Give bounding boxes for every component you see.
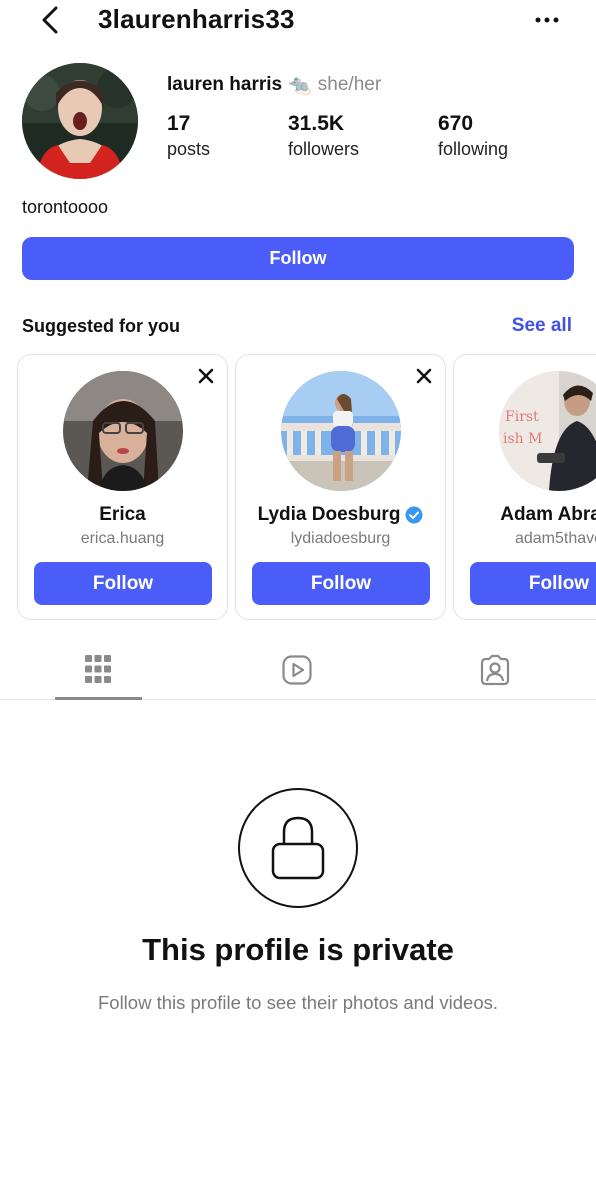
display-name: lauren harris xyxy=(167,74,283,95)
suggestion-handle: lydiadoesburg xyxy=(290,530,391,547)
rat-emoji: 🐀 xyxy=(288,75,312,96)
reels-icon xyxy=(282,655,312,685)
svg-text:First: First xyxy=(505,409,539,425)
stat-value: 670 xyxy=(438,112,474,135)
follow-button[interactable]: Follow xyxy=(22,237,574,280)
stat-label: followers xyxy=(288,139,360,159)
close-icon[interactable] xyxy=(197,367,215,385)
suggestion-avatar[interactable] xyxy=(63,371,183,491)
lock-icon xyxy=(271,816,325,880)
suggestion-handle: erica.huang xyxy=(80,530,165,547)
suggestion-card[interactable]: Erica erica.huang Follow xyxy=(17,354,228,620)
suggestion-handle: adam5thave xyxy=(514,530,596,547)
suggestion-name-text: Adam Abram xyxy=(500,504,596,525)
stat-label: posts xyxy=(167,139,211,159)
profile-bio: torontoooo xyxy=(22,197,109,217)
pronouns: she/her xyxy=(317,74,382,95)
stat-following[interactable]: 670 following xyxy=(438,112,508,160)
suggestion-name-text: Erica xyxy=(99,504,146,525)
suggested-title: Suggested for you xyxy=(22,316,181,336)
top-bar: 3laurenharris33 xyxy=(0,0,596,44)
suggestion-follow-button[interactable]: Follow xyxy=(470,562,596,605)
suggestion-avatar[interactable]: First ish M xyxy=(499,371,596,491)
verified-badge-icon xyxy=(405,506,423,524)
profile-avatar[interactable] xyxy=(22,63,138,179)
suggestion-avatar[interactable] xyxy=(281,371,401,491)
chevron-left-icon[interactable] xyxy=(36,2,66,38)
more-horizontal-icon[interactable] xyxy=(532,8,562,32)
suggestion-follow-button[interactable]: Follow xyxy=(34,562,212,605)
suggestion-name-text: Lydia Doesburg xyxy=(257,504,401,525)
private-notice: This profile is private Follow this prof… xyxy=(0,700,596,1200)
suggestion-name[interactable]: Adam Abram xyxy=(454,504,596,526)
profile-username: 3laurenharris33 xyxy=(98,4,295,34)
grid-icon xyxy=(85,655,111,683)
stat-followers[interactable]: 31.5K followers xyxy=(288,112,359,160)
suggestion-card[interactable]: Lydia Doesburg lydiadoesburg Follow xyxy=(235,354,446,620)
close-icon[interactable] xyxy=(415,367,433,385)
display-name-row: lauren harris 🐀 she/her xyxy=(167,73,381,97)
stat-label: following xyxy=(438,139,509,159)
see-all-link[interactable]: See all xyxy=(512,315,572,337)
tab-grid[interactable] xyxy=(55,640,142,700)
tab-tagged[interactable] xyxy=(452,640,539,700)
stat-posts[interactable]: 17 posts xyxy=(167,112,210,160)
stat-value: 17 xyxy=(167,112,191,135)
svg-text:ish M: ish M xyxy=(503,431,542,447)
suggestion-card[interactable]: First ish M Adam Abram adam5thave Follow xyxy=(453,354,596,620)
stat-value: 31.5K xyxy=(288,112,345,135)
lock-circle xyxy=(238,788,358,908)
suggestion-follow-button[interactable]: Follow xyxy=(252,562,430,605)
private-title: This profile is private xyxy=(142,932,454,967)
tagged-icon xyxy=(480,654,510,686)
suggestion-name[interactable]: Erica xyxy=(18,504,227,526)
private-subtitle: Follow this profile to see their photos … xyxy=(97,992,499,1013)
profile-tabs xyxy=(0,640,596,700)
tab-reels[interactable] xyxy=(254,640,341,700)
suggestion-name[interactable]: Lydia Doesburg xyxy=(236,504,445,526)
